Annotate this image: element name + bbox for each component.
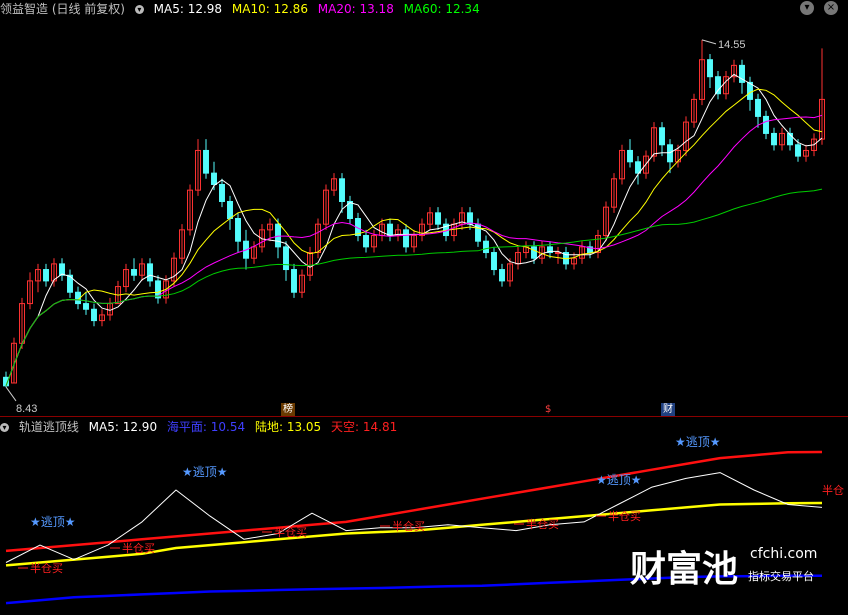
watermark-domain: cfchi.com <box>750 546 818 562</box>
sea-level-value: 海平面: 10.54 <box>166 420 246 434</box>
panel-toggle-icon[interactable]: ▾ <box>0 423 9 432</box>
candle-body <box>91 308 97 322</box>
close-icon[interactable]: × <box>824 1 838 15</box>
candle-body <box>435 212 441 225</box>
ma60-label: MA60: 12.34 <box>403 2 480 16</box>
candle-body <box>667 144 673 163</box>
sky-line <box>5 450 823 553</box>
chart-stage: 14.55 8.43 ★逃顶★ ★逃顶★ ★逃顶★ ★逃顶★ 半仓买 半仓买 半仓买 半仓买 半仓买… <box>0 0 848 611</box>
candle-body <box>275 223 281 248</box>
half-buy-marker: 半仓买 <box>608 509 641 523</box>
main-header: 领益智造 (日线 前复权) ▾ MA5: 12.98 MA10: 12.86 M… <box>0 0 486 18</box>
half-buy-marker: 半仓买 <box>526 517 559 531</box>
candle-body <box>771 132 777 146</box>
edge-buy-marker: 半仓 <box>822 483 844 497</box>
escape-top-marker: ★逃顶★ <box>675 435 721 449</box>
ma10-label: MA10: 12.86 <box>231 2 308 16</box>
candle-body <box>219 183 225 202</box>
candle-body <box>227 200 233 220</box>
toggle-icon[interactable]: ▾ <box>134 5 144 14</box>
candle-body <box>363 235 369 248</box>
half-buy-marker: 半仓买 <box>122 541 155 555</box>
watermark-logo: 财富池 <box>630 549 739 590</box>
event-tag-dollar[interactable]: $ <box>543 403 554 416</box>
candle-body <box>715 76 721 95</box>
event-tag-finance[interactable]: 财 <box>661 403 675 416</box>
candle-body <box>403 229 409 248</box>
candle-body <box>43 269 49 282</box>
candle-body <box>707 59 713 78</box>
sky-value: 天空: 14.81 <box>331 420 398 434</box>
kline-svg: 14.558.43★逃顶★★逃顶★★逃顶★★逃顶★半仓买半仓买半仓买 半仓买 半仓买… <box>3 39 844 605</box>
indicator-name: 轨道逃顶线 <box>18 420 79 434</box>
candle-body <box>795 144 801 157</box>
candle-body <box>659 127 665 146</box>
watermark-slogan: 指标交易平台 <box>748 570 814 583</box>
candle-body <box>147 263 153 282</box>
candle-body <box>555 252 561 255</box>
half-buy-marker: 半仓买 <box>30 561 63 575</box>
candle-body <box>491 252 497 271</box>
escape-top-marker: ★逃顶★ <box>182 465 228 479</box>
indicator-ma5: MA5: 12.90 <box>88 420 158 434</box>
low-price-label: 8.43 <box>16 403 37 415</box>
escape-top-marker: ★逃顶★ <box>30 515 76 529</box>
half-buy-marker: 半仓买 <box>392 519 425 533</box>
candle-body <box>283 246 289 271</box>
ma5-label: MA5: 12.98 <box>153 2 223 16</box>
candle-body <box>499 269 505 282</box>
candle-body <box>755 98 761 117</box>
candle-body <box>467 212 473 225</box>
candle-body <box>59 263 65 276</box>
candle-body <box>291 269 297 293</box>
candle-body <box>203 149 209 174</box>
high-price-label: 14.55 <box>718 39 746 51</box>
candle-body <box>483 240 489 254</box>
low-marker-line <box>5 386 17 402</box>
stock-title: 领益智造 (日线 前复权) <box>0 2 125 16</box>
event-tag-rank[interactable]: 榜 <box>281 403 295 416</box>
minimize-icon[interactable]: ▾ <box>800 1 814 15</box>
candle-body <box>763 115 769 134</box>
candle-body <box>339 178 345 202</box>
candle-body <box>131 269 137 276</box>
candle-body <box>211 172 217 185</box>
panel-separator <box>0 416 848 417</box>
ma60-line <box>5 188 823 386</box>
candle-body <box>387 223 393 237</box>
indicator-header: ▾ 轨道逃顶线 MA5: 12.90 海平面: 10.54 陆地: 13.05 … <box>0 418 403 436</box>
candle-body <box>531 246 537 259</box>
half-buy-marker: 半仓买 <box>274 525 307 539</box>
high-marker-line <box>701 39 717 45</box>
candle-body <box>83 303 89 310</box>
candle-body <box>235 218 241 242</box>
land-value: 陆地: 13.05 <box>254 420 322 434</box>
escape-top-marker: ★逃顶★ <box>596 473 642 487</box>
candle-body <box>627 149 633 163</box>
ma20-label: MA20: 13.18 <box>317 2 394 16</box>
